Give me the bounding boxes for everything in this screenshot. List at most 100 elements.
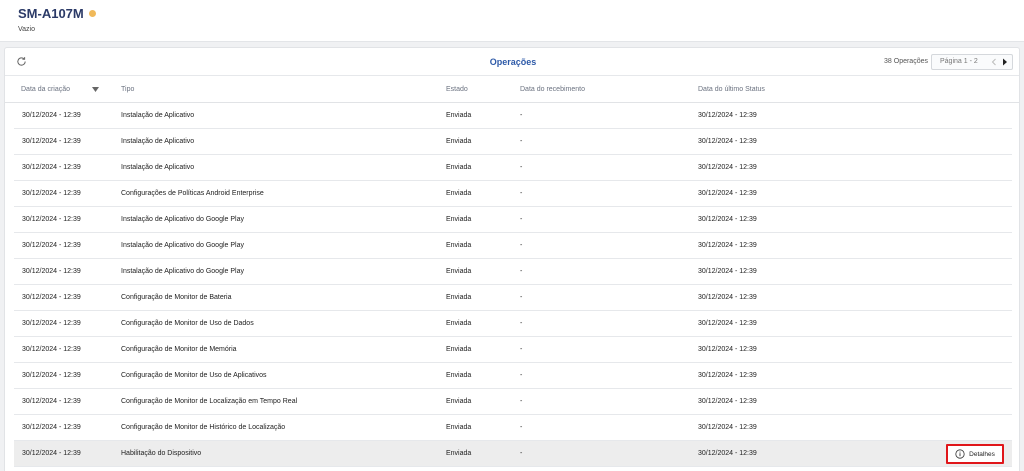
cell-date: 30/12/2024 - 12:39 bbox=[22, 372, 81, 379]
table-row[interactable]: 30/12/2024 - 12:39 Configurações de Polí… bbox=[14, 181, 1012, 207]
cell-ultimo-status: 30/12/2024 - 12:39 bbox=[698, 450, 757, 457]
cell-recebimento: - bbox=[520, 320, 523, 327]
cell-recebimento: - bbox=[520, 268, 523, 275]
cell-recebimento: - bbox=[520, 294, 523, 301]
table-row[interactable]: 30/12/2024 - 12:39 Configuração de Monit… bbox=[14, 337, 1012, 363]
cell-estado: Enviada bbox=[446, 372, 472, 379]
chevron-right-icon[interactable] bbox=[1001, 57, 1009, 67]
cell-estado: Enviada bbox=[446, 268, 472, 275]
table-row[interactable]: 30/12/2024 - 12:39 Configuração de Monit… bbox=[14, 389, 1012, 415]
table-row[interactable]: 30/12/2024 - 12:39 Instalação de Aplicat… bbox=[14, 103, 1012, 129]
cell-tipo: Instalação de Aplicativo do Google Play bbox=[121, 242, 244, 249]
device-header: SM-A107M Vazio bbox=[0, 0, 1024, 42]
cell-recebimento: - bbox=[520, 398, 523, 405]
col-ultimo-status[interactable]: Data do último Status bbox=[698, 86, 765, 93]
cell-recebimento: - bbox=[520, 112, 523, 119]
cell-tipo: Configuração de Monitor de Localização e… bbox=[121, 398, 298, 405]
cell-estado: Enviada bbox=[446, 346, 472, 353]
cell-ultimo-status: 30/12/2024 - 12:39 bbox=[698, 242, 757, 249]
cell-ultimo-status: 30/12/2024 - 12:39 bbox=[698, 112, 757, 119]
cell-date: 30/12/2024 - 12:39 bbox=[22, 164, 81, 171]
cell-date: 30/12/2024 - 12:39 bbox=[22, 242, 81, 249]
cell-ultimo-status: 30/12/2024 - 12:39 bbox=[698, 424, 757, 431]
table-row[interactable]: 30/12/2024 - 12:39 Instalação de Aplicat… bbox=[14, 233, 1012, 259]
device-status-dot bbox=[88, 10, 96, 17]
cell-date: 30/12/2024 - 12:39 bbox=[22, 294, 81, 301]
device-name: SM-A107M bbox=[18, 6, 84, 21]
cell-recebimento: - bbox=[520, 372, 523, 379]
cell-date: 30/12/2024 - 12:39 bbox=[22, 320, 81, 327]
cell-recebimento: - bbox=[520, 216, 523, 223]
table-row[interactable]: 30/12/2024 - 12:39 Instalação de Aplicat… bbox=[14, 259, 1012, 285]
cell-recebimento: - bbox=[520, 242, 523, 249]
cell-estado: Enviada bbox=[446, 138, 472, 145]
cell-date: 30/12/2024 - 12:39 bbox=[22, 450, 81, 457]
cell-ultimo-status: 30/12/2024 - 12:39 bbox=[698, 216, 757, 223]
table-row[interactable]: 30/12/2024 - 12:39 Instalação de Aplicat… bbox=[14, 129, 1012, 155]
cell-ultimo-status: 30/12/2024 - 12:39 bbox=[698, 164, 757, 171]
operations-toolbar: Operações 38 Operações Página 1 - 2 bbox=[5, 48, 1019, 76]
cell-ultimo-status: 30/12/2024 - 12:39 bbox=[698, 138, 757, 145]
cell-tipo: Configuração de Monitor de Uso de Aplica… bbox=[121, 372, 267, 379]
cell-tipo: Instalação de Aplicativo do Google Play bbox=[121, 268, 244, 275]
cell-recebimento: - bbox=[520, 346, 523, 353]
pagination-label: Página 1 - 2 bbox=[940, 58, 978, 65]
cell-tipo: Instalação de Aplicativo bbox=[121, 164, 195, 171]
cell-estado: Enviada bbox=[446, 164, 472, 171]
cell-estado: Enviada bbox=[446, 294, 472, 301]
table-row[interactable]: 30/12/2024 - 12:39 Configuração de Monit… bbox=[14, 311, 1012, 337]
table-row[interactable]: 30/12/2024 - 12:39 Configuração de Monit… bbox=[14, 363, 1012, 389]
cell-date: 30/12/2024 - 12:39 bbox=[22, 138, 81, 145]
cell-ultimo-status: 30/12/2024 - 12:39 bbox=[698, 372, 757, 379]
cell-estado: Enviada bbox=[446, 450, 472, 457]
info-icon bbox=[955, 449, 965, 459]
cell-ultimo-status: 30/12/2024 - 12:39 bbox=[698, 190, 757, 197]
cell-tipo: Configuração de Monitor de Uso de Dados bbox=[121, 320, 254, 327]
cell-estado: Enviada bbox=[446, 320, 472, 327]
sort-down-icon[interactable] bbox=[92, 87, 99, 92]
col-recebimento[interactable]: Data do recebimento bbox=[520, 86, 585, 93]
table-header: Data da criação Tipo Estado Data do rece… bbox=[5, 76, 1019, 103]
cell-date: 30/12/2024 - 12:39 bbox=[22, 398, 81, 405]
cell-date: 30/12/2024 - 12:39 bbox=[22, 112, 81, 119]
cell-tipo: Configuração de Monitor de Memória bbox=[121, 346, 237, 353]
cell-date: 30/12/2024 - 12:39 bbox=[22, 268, 81, 275]
cell-date: 30/12/2024 - 12:39 bbox=[22, 346, 81, 353]
device-subtitle: Vazio bbox=[18, 26, 35, 33]
cell-tipo: Configuração de Monitor de Bateria bbox=[121, 294, 232, 301]
cell-tipo: Configurações de Políticas Android Enter… bbox=[121, 190, 264, 197]
cell-date: 30/12/2024 - 12:39 bbox=[22, 190, 81, 197]
cell-tipo: Habilitação do Dispositivo bbox=[121, 450, 202, 457]
cell-estado: Enviada bbox=[446, 424, 472, 431]
cell-tipo: Instalação de Aplicativo bbox=[121, 112, 195, 119]
details-button[interactable]: Detalhes bbox=[946, 444, 1004, 464]
cell-ultimo-status: 30/12/2024 - 12:39 bbox=[698, 346, 757, 353]
col-estado[interactable]: Estado bbox=[446, 86, 468, 93]
operations-count: 38 Operações bbox=[884, 58, 928, 65]
cell-tipo: Instalação de Aplicativo bbox=[121, 138, 195, 145]
cell-recebimento: - bbox=[520, 424, 523, 431]
chevron-left-icon[interactable] bbox=[990, 57, 998, 67]
col-date-created[interactable]: Data da criação bbox=[21, 86, 70, 93]
cell-tipo: Configuração de Monitor de Histórico de … bbox=[121, 424, 286, 431]
cell-ultimo-status: 30/12/2024 - 12:39 bbox=[698, 398, 757, 405]
table-row-selected[interactable]: 30/12/2024 - 12:39 Habilitação do Dispos… bbox=[14, 441, 1012, 467]
panel-title: Operações bbox=[489, 57, 537, 67]
table-row[interactable]: 30/12/2024 - 12:39 Instalação de Aplicat… bbox=[14, 155, 1012, 181]
table-row[interactable]: 30/12/2024 - 12:39 Instalação de Aplicat… bbox=[14, 207, 1012, 233]
cell-estado: Enviada bbox=[446, 398, 472, 405]
cell-recebimento: - bbox=[520, 450, 523, 457]
cell-ultimo-status: 30/12/2024 - 12:39 bbox=[698, 320, 757, 327]
device-title: SM-A107M bbox=[18, 6, 96, 21]
cell-date: 30/12/2024 - 12:39 bbox=[22, 424, 81, 431]
cell-ultimo-status: 30/12/2024 - 12:39 bbox=[698, 294, 757, 301]
cell-estado: Enviada bbox=[446, 242, 472, 249]
cell-estado: Enviada bbox=[446, 216, 472, 223]
cell-estado: Enviada bbox=[446, 112, 472, 119]
cell-tipo: Instalação de Aplicativo do Google Play bbox=[121, 216, 244, 223]
table-row[interactable]: 30/12/2024 - 12:39 Configuração de Monit… bbox=[14, 285, 1012, 311]
table-row[interactable]: 30/12/2024 - 12:39 Configuração de Monit… bbox=[14, 415, 1012, 441]
cell-recebimento: - bbox=[520, 138, 523, 145]
col-tipo[interactable]: Tipo bbox=[121, 86, 134, 93]
cell-ultimo-status: 30/12/2024 - 12:39 bbox=[698, 268, 757, 275]
